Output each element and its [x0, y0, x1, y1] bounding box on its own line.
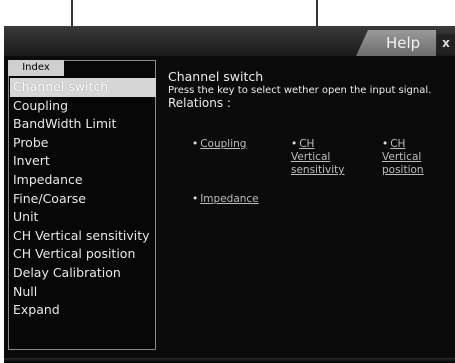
- index-item-ch-vertical-position[interactable]: CH Vertical position: [10, 245, 156, 264]
- relation-link-ch-vertical-position[interactable]: • CH Vertical position: [382, 138, 444, 177]
- index-item-fine-coarse[interactable]: Fine/Coarse: [10, 190, 156, 209]
- relation-label: CH Vertical sensitivity: [291, 138, 345, 176]
- relations-label: Relations :: [168, 96, 231, 110]
- index-item-ch-vertical-sensitivity[interactable]: CH Vertical sensitivity: [10, 227, 156, 246]
- index-item-delay-calibration[interactable]: Delay Calibration: [10, 264, 156, 283]
- index-item-expand[interactable]: Expand: [10, 301, 156, 320]
- index-item-null[interactable]: Null: [10, 283, 156, 302]
- relation-label: CH Vertical position: [382, 138, 424, 176]
- window-bottom-edge: [4, 358, 455, 363]
- relation-link-impedance[interactable]: • Impedance: [192, 193, 282, 206]
- help-window: Help x Index Channel switch Coupling Ban…: [4, 26, 455, 363]
- index-item-label: Channel switch: [13, 79, 109, 94]
- index-item-invert[interactable]: Invert: [10, 152, 156, 171]
- index-item-channel-switch[interactable]: Channel switch: [10, 78, 156, 97]
- bullet-icon: •: [291, 138, 298, 150]
- bullet-icon: •: [382, 138, 389, 150]
- index-tab[interactable]: Index: [8, 60, 64, 76]
- content-title: Channel switch: [168, 69, 264, 84]
- index-item-unit[interactable]: Unit: [10, 208, 156, 227]
- index-item-impedance[interactable]: Impedance: [10, 171, 156, 190]
- help-content: Channel switch Press the key to select w…: [168, 69, 453, 111]
- close-icon[interactable]: x: [437, 34, 455, 54]
- bullet-icon: •: [192, 193, 199, 205]
- index-item-bandwidth-limit[interactable]: BandWidth Limit: [10, 115, 156, 134]
- relation-link-ch-vertical-sensitivity[interactable]: • CH Vertical sensitivity: [291, 138, 345, 177]
- relation-label: Coupling: [200, 138, 247, 150]
- relation-label: Impedance: [200, 193, 259, 205]
- content-description: Press the key to select wether open the …: [168, 85, 432, 96]
- bullet-icon: •: [192, 138, 199, 150]
- index-item-coupling[interactable]: Coupling: [10, 97, 156, 116]
- help-tab[interactable]: Help: [356, 30, 436, 56]
- index-list: Channel switch Coupling BandWidth Limit …: [10, 78, 156, 320]
- relation-link-coupling[interactable]: • Coupling: [192, 138, 262, 151]
- index-item-probe[interactable]: Probe: [10, 134, 156, 153]
